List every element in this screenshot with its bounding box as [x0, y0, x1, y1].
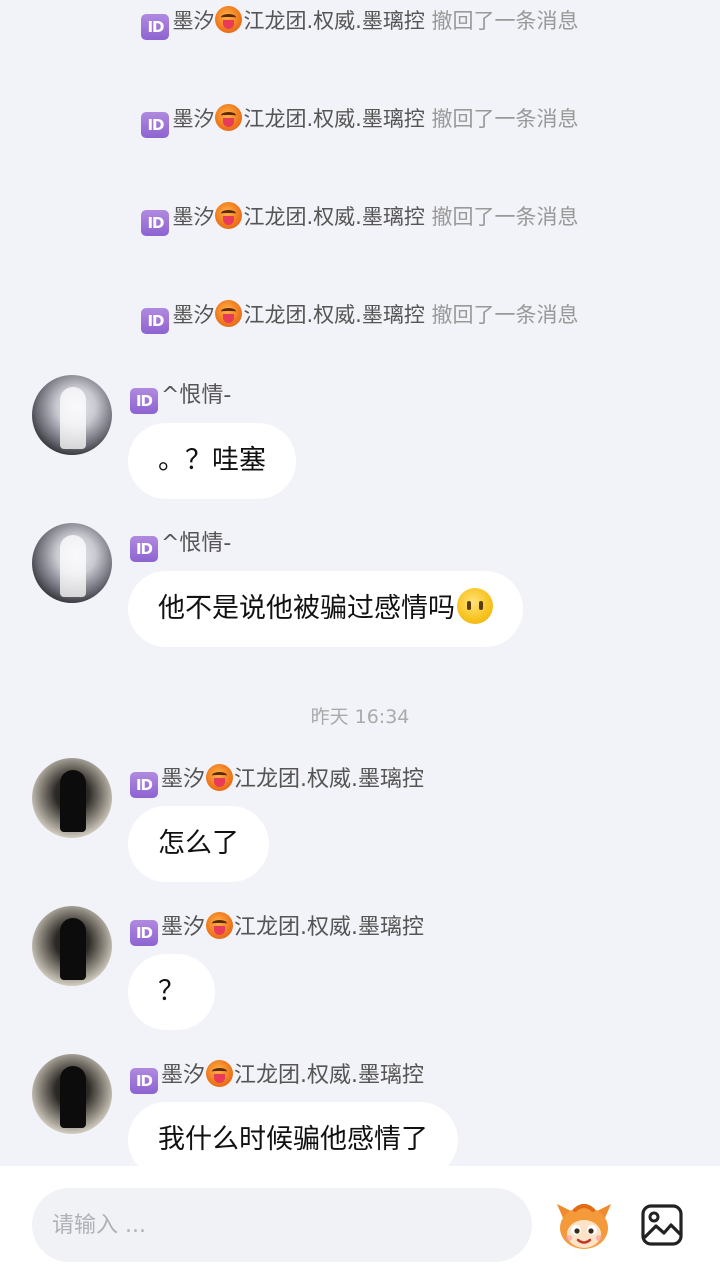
tongue-face-icon — [215, 104, 243, 131]
tongue-face-icon — [206, 912, 234, 939]
id-badge-icon: ID — [141, 210, 170, 236]
recall-sender-suffix: 江龙团.权威.墨璃控 — [243, 303, 425, 327]
avatar[interactable] — [32, 375, 112, 455]
message-text: ？ — [158, 976, 185, 1007]
id-badge-icon: ID — [141, 308, 170, 334]
id-badge-icon: ID — [141, 14, 170, 40]
avatar[interactable] — [32, 523, 112, 603]
recall-notice: ID 墨汐 江龙团.权威.墨璃控 撤回了一条消息 — [0, 6, 720, 40]
sender-name[interactable]: ID 墨汐 江龙团.权威.墨璃控 — [130, 764, 424, 798]
avatar[interactable] — [32, 758, 112, 838]
recall-text: 撤回了一条消息 — [431, 303, 579, 327]
sender-name[interactable]: ID ^恨情- — [130, 529, 231, 562]
message-input[interactable] — [32, 1188, 532, 1262]
recall-sender-suffix: 江龙团.权威.墨璃控 — [243, 107, 425, 131]
timestamp: 昨天 16:34 — [310, 706, 410, 728]
sender-name[interactable]: ID 墨汐 江龙团.权威.墨璃控 — [130, 912, 424, 946]
message-text: 怎么了 — [158, 828, 239, 859]
tongue-face-icon — [215, 202, 243, 229]
sender-label: 墨汐 — [161, 767, 206, 792]
neutral-face-icon — [457, 588, 493, 624]
message-text: 。？哇塞 — [158, 445, 266, 476]
message-bubble[interactable]: ？ — [128, 954, 215, 1030]
recall-sender-suffix: 江龙团.权威.墨璃控 — [243, 205, 425, 229]
recall-notice: ID 墨汐 江龙团.权威.墨璃控 撤回了一条消息 — [0, 104, 720, 138]
sender-label: 墨汐 — [161, 1063, 206, 1088]
tongue-face-icon — [206, 1060, 234, 1087]
recall-sender: 墨汐 — [172, 107, 215, 131]
sender-label: 墨汐 — [161, 915, 206, 940]
id-badge-icon: ID — [130, 1068, 158, 1094]
id-badge-icon: ID — [130, 536, 158, 562]
message-bubble[interactable]: 我什么时候骗他感情了 — [128, 1102, 458, 1166]
sender-name[interactable]: ID 墨汐 江龙团.权威.墨璃控 — [130, 1060, 424, 1094]
recall-text: 撤回了一条消息 — [431, 9, 579, 33]
id-badge-icon: ID — [141, 112, 170, 138]
avatar[interactable] — [32, 906, 112, 986]
recall-notice: ID 墨汐 江龙团.权威.墨璃控 撤回了一条消息 — [0, 300, 720, 334]
message-bubble[interactable]: 。？哇塞 — [128, 423, 296, 499]
tongue-face-icon — [215, 300, 243, 327]
id-badge-icon: ID — [130, 920, 158, 946]
sender-label: ^恨情- — [161, 383, 232, 408]
recall-sender: 墨汐 — [172, 205, 215, 229]
chat-area[interactable]: ID 墨汐 江龙团.权威.墨璃控 撤回了一条消息 ID 墨汐 江龙团.权威.墨璃控 撤回… — [0, 0, 720, 1166]
image-picker-icon[interactable] — [640, 1203, 684, 1247]
avatar[interactable] — [32, 1054, 112, 1134]
sender-suffix: 江龙团.权威.墨璃控 — [234, 1063, 425, 1088]
sender-suffix: 江龙团.权威.墨璃控 — [234, 915, 425, 940]
recall-sender: 墨汐 — [172, 9, 215, 33]
message-text: 我什么时候骗他感情了 — [158, 1124, 428, 1155]
input-bar — [0, 1166, 720, 1286]
id-badge-icon: ID — [130, 388, 158, 414]
sender-suffix: 江龙团.权威.墨璃控 — [234, 767, 425, 792]
recall-text: 撤回了一条消息 — [431, 107, 579, 131]
message-bubble[interactable]: 他不是说他被骗过感情吗 — [128, 571, 523, 647]
message-bubble[interactable]: 怎么了 — [128, 806, 269, 882]
recall-notice: ID 墨汐 江龙团.权威.墨璃控 撤回了一条消息 — [0, 202, 720, 236]
recall-sender: 墨汐 — [172, 303, 215, 327]
sender-name[interactable]: ID ^恨情- — [130, 381, 231, 414]
mascot-sticker-icon[interactable] — [555, 1200, 613, 1252]
recall-text: 撤回了一条消息 — [431, 205, 579, 229]
id-badge-icon: ID — [130, 772, 158, 798]
message-text: 他不是说他被骗过感情吗 — [158, 593, 455, 624]
sender-label: ^恨情- — [161, 531, 232, 556]
tongue-face-icon — [215, 6, 243, 33]
tongue-face-icon — [206, 764, 234, 791]
recall-sender-suffix: 江龙团.权威.墨璃控 — [243, 9, 425, 33]
